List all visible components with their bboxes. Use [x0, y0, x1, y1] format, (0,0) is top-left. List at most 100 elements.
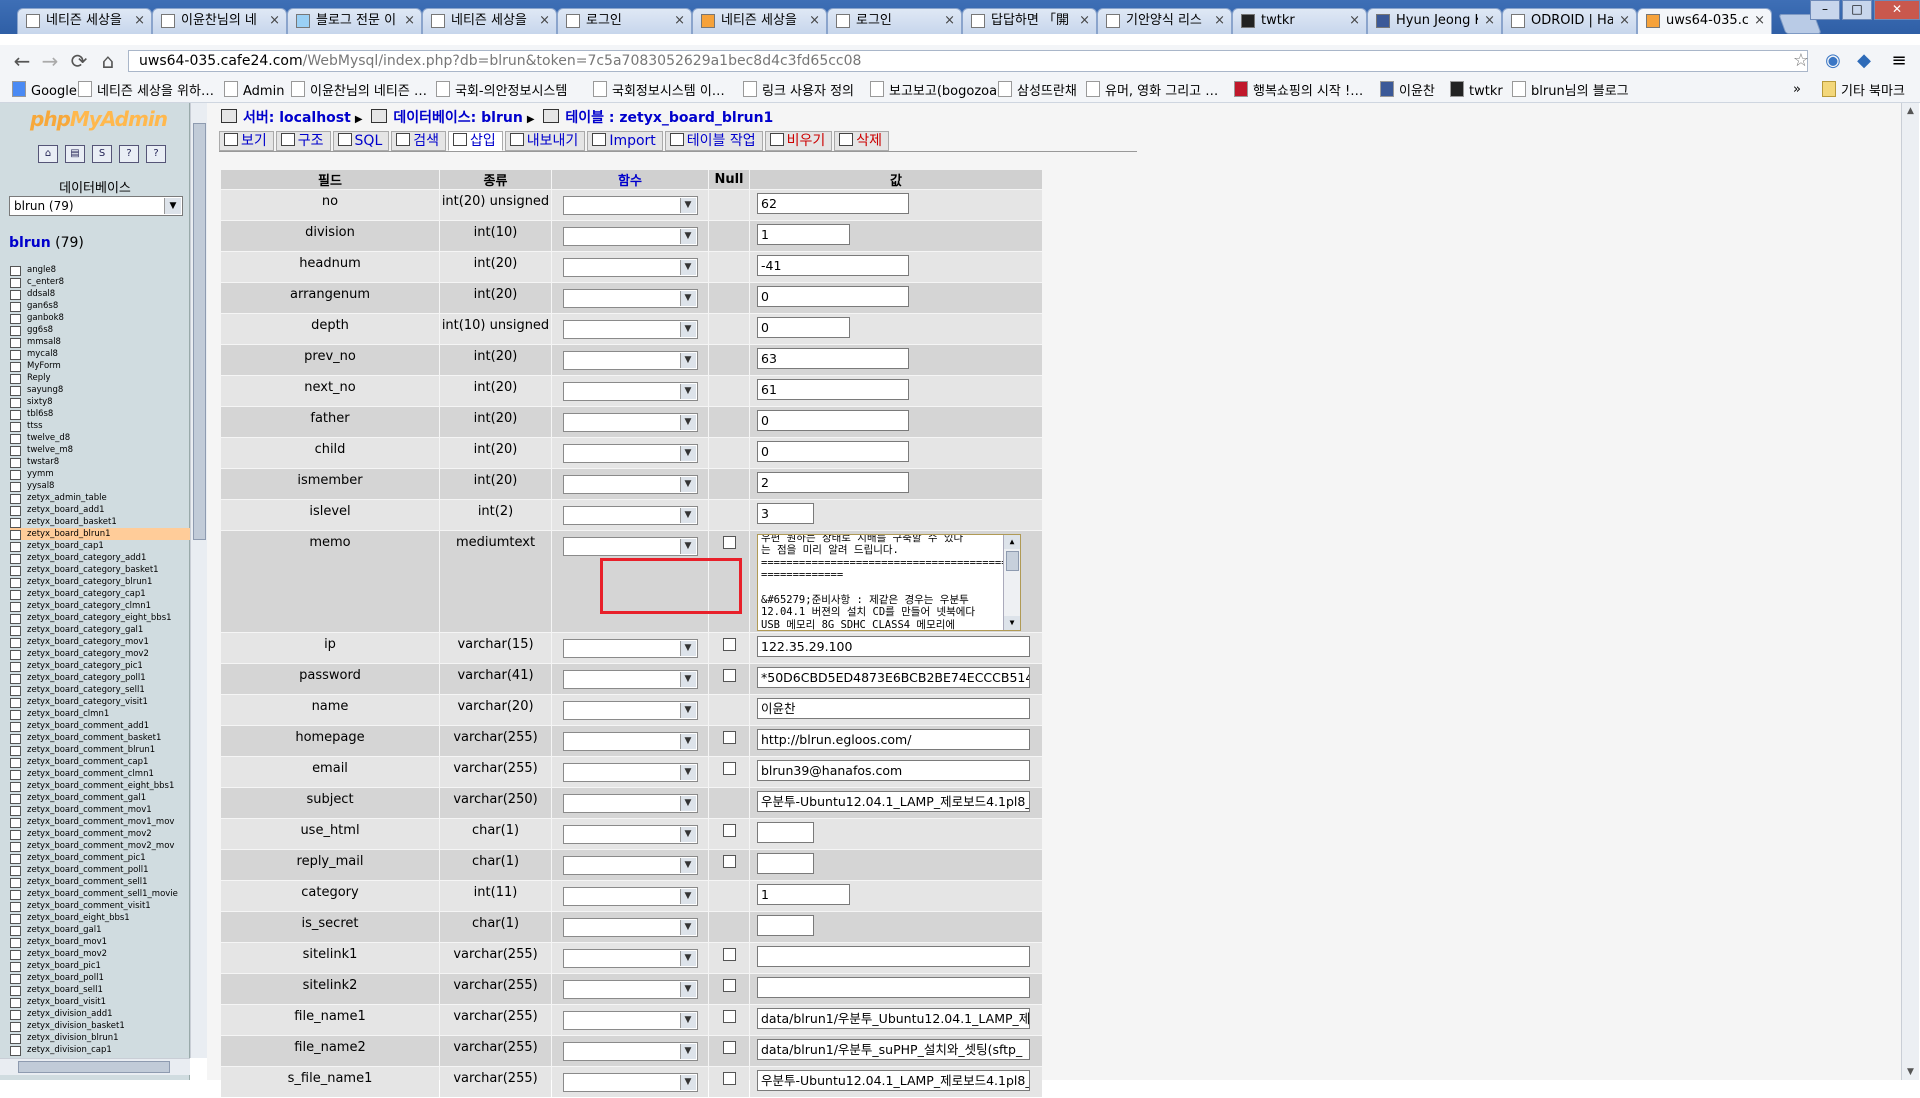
table-icon[interactable]: [10, 278, 21, 288]
sidebar-table-item[interactable]: ddsal8: [10, 288, 190, 300]
phpmyadmin-logo[interactable]: phpMyAdmin: [30, 107, 168, 131]
navigation-horizontal-scrollbar[interactable]: [0, 1058, 190, 1075]
value-input[interactable]: 3: [757, 503, 814, 524]
null-checkbox[interactable]: [722, 638, 736, 651]
maximize-button[interactable]: □: [1842, 0, 1872, 20]
table-icon[interactable]: [10, 1046, 21, 1056]
navigation-vertical-scrollbar[interactable]: [190, 103, 207, 1058]
table-icon[interactable]: [10, 770, 21, 780]
function-select[interactable]: ▼: [562, 1011, 698, 1030]
function-select[interactable]: ▼: [562, 763, 698, 782]
sql-docs-icon[interactable]: ?: [146, 145, 166, 163]
function-select[interactable]: ▼: [562, 351, 698, 370]
close-tab-icon[interactable]: ×: [1079, 9, 1090, 33]
table-icon[interactable]: [10, 302, 21, 312]
table-icon[interactable]: [10, 398, 21, 408]
table-icon[interactable]: [10, 998, 21, 1008]
function-select[interactable]: ▼: [562, 444, 698, 463]
table-icon[interactable]: [10, 758, 21, 768]
sidebar-table-item[interactable]: zetyx_board_poll1: [10, 972, 190, 984]
sidebar-table-item[interactable]: zetyx_board_cap1: [10, 540, 190, 552]
function-select[interactable]: ▼: [562, 196, 698, 215]
browser-tab[interactable]: 로그인 ×: [827, 8, 962, 34]
breadcrumb-server[interactable]: 서버: localhost: [243, 110, 351, 126]
table-icon[interactable]: [10, 734, 21, 744]
sidebar-table-item[interactable]: zetyx_board_basket1: [10, 516, 190, 528]
table-icon[interactable]: [10, 458, 21, 468]
null-checkbox[interactable]: [722, 948, 736, 961]
table-icon[interactable]: [10, 830, 21, 840]
table-icon[interactable]: [10, 974, 21, 984]
sidebar-table-item[interactable]: zetyx_board_blrun1: [10, 528, 190, 540]
bookmark-item[interactable]: 네티즌 세상을 위하…: [78, 81, 214, 101]
sidebar-table-item[interactable]: zetyx_board_comment_poll1: [10, 864, 190, 876]
bookmark-item[interactable]: 삼성뜨란채: [998, 81, 1077, 101]
table-icon[interactable]: [10, 710, 21, 720]
sidebar-table-item[interactable]: sayung8: [10, 384, 190, 396]
function-select[interactable]: ▼: [562, 320, 698, 339]
tab-search[interactable]: 검색: [391, 131, 447, 151]
scrollbar-thumb[interactable]: [18, 1061, 170, 1073]
spa-extension-icon[interactable]: ◆: [1853, 50, 1875, 72]
function-select[interactable]: ▼: [562, 980, 698, 999]
sidebar-table-item[interactable]: mycal8: [10, 348, 190, 360]
function-select[interactable]: ▼: [562, 639, 698, 658]
function-select[interactable]: ▼: [562, 670, 698, 689]
sidebar-table-item[interactable]: zetyx_board_sell1: [10, 984, 190, 996]
sidebar-table-item[interactable]: zetyx_board_comment_clmn1: [10, 768, 190, 780]
tab-empty[interactable]: 비우기: [764, 131, 833, 151]
sidebar-table-item[interactable]: sixty8: [10, 396, 190, 408]
sidebar-table-item[interactable]: zetyx_board_category_mov2: [10, 648, 190, 660]
bookmarks-overflow-chevron[interactable]: »: [1793, 81, 1801, 99]
home-icon[interactable]: ⌂: [96, 49, 120, 73]
sidebar-table-item[interactable]: zetyx_board_mov1: [10, 936, 190, 948]
bookmark-item[interactable]: 이윤찬님의 네티즌 …: [291, 81, 427, 101]
sidebar-table-item[interactable]: ttss: [10, 420, 190, 432]
table-icon[interactable]: [10, 554, 21, 564]
table-icon[interactable]: [10, 818, 21, 828]
sidebar-table-item[interactable]: zetyx_board_comment_cap1: [10, 756, 190, 768]
table-icon[interactable]: [10, 410, 21, 420]
browser-tab[interactable]: 기안양식 리스 ×: [1097, 8, 1232, 34]
value-input[interactable]: 0: [757, 441, 909, 462]
bookmark-item[interactable]: 링크 사용자 정의: [743, 81, 854, 101]
value-input[interactable]: data/blrun1/우분투_Ubuntu12.04.1_LAMP_제로: [757, 1008, 1030, 1029]
table-icon[interactable]: [10, 938, 21, 948]
sidebar-table-item[interactable]: angle8: [10, 264, 190, 276]
tab-structure[interactable]: 구조: [275, 131, 331, 151]
sidebar-table-item[interactable]: yymm: [10, 468, 190, 480]
address-bar[interactable]: uws64-035.cafe24.com/WebMysql/index.php?…: [128, 50, 1808, 72]
table-icon[interactable]: [10, 890, 21, 900]
bookmark-item[interactable]: 국회-의안정보시스템: [436, 81, 567, 101]
memo-textarea[interactable]: 우편 원하는 상태로 지배를 구축할 수 있다 는 점을 미리 알려 드립니다.…: [757, 534, 1021, 631]
browser-tab[interactable]: 네티즌 세상을 ×: [17, 8, 152, 34]
tab-export[interactable]: 내보내기: [504, 131, 586, 151]
bookmark-item[interactable]: 유머, 영화 그리고 …: [1086, 81, 1218, 101]
browser-tab[interactable]: 이윤찬님의 네 ×: [152, 8, 287, 34]
sidebar-table-item[interactable]: zetyx_board_category_eight_bbs1: [10, 612, 190, 624]
table-icon[interactable]: [10, 542, 21, 552]
sidebar-table-item[interactable]: gan6s8: [10, 300, 190, 312]
close-tab-icon[interactable]: ×: [809, 9, 820, 33]
null-checkbox[interactable]: [722, 1041, 736, 1054]
sidebar-table-item[interactable]: zetyx_board_comment_add1: [10, 720, 190, 732]
table-icon[interactable]: [10, 1034, 21, 1044]
value-input[interactable]: 우분투-Ubuntu12.04.1_LAMP_제로보드4.1pl8_: [757, 791, 1030, 812]
tab-import[interactable]: Import: [587, 131, 663, 151]
value-input[interactable]: 61: [757, 379, 909, 400]
scrollbar-thumb[interactable]: [193, 123, 206, 540]
value-input[interactable]: 0: [757, 317, 850, 338]
database-link[interactable]: blrun: [9, 235, 51, 251]
home-icon[interactable]: ⌂: [38, 145, 58, 163]
null-checkbox[interactable]: [722, 855, 736, 868]
value-input[interactable]: 2: [757, 472, 909, 493]
browser-tab[interactable]: 네티즌 세상을 ×: [422, 8, 557, 34]
close-tab-icon[interactable]: ×: [404, 9, 415, 33]
sidebar-table-item[interactable]: zetyx_board_comment_gal1: [10, 792, 190, 804]
value-input[interactable]: [757, 915, 814, 936]
browser-tab[interactable]: 블로그 전문 이 ×: [287, 8, 422, 34]
tab-insert[interactable]: 삽입: [448, 131, 503, 151]
table-icon[interactable]: [10, 470, 21, 480]
table-icon[interactable]: [10, 350, 21, 360]
browser-tab[interactable]: 네티즌 세상을 ×: [692, 8, 827, 34]
